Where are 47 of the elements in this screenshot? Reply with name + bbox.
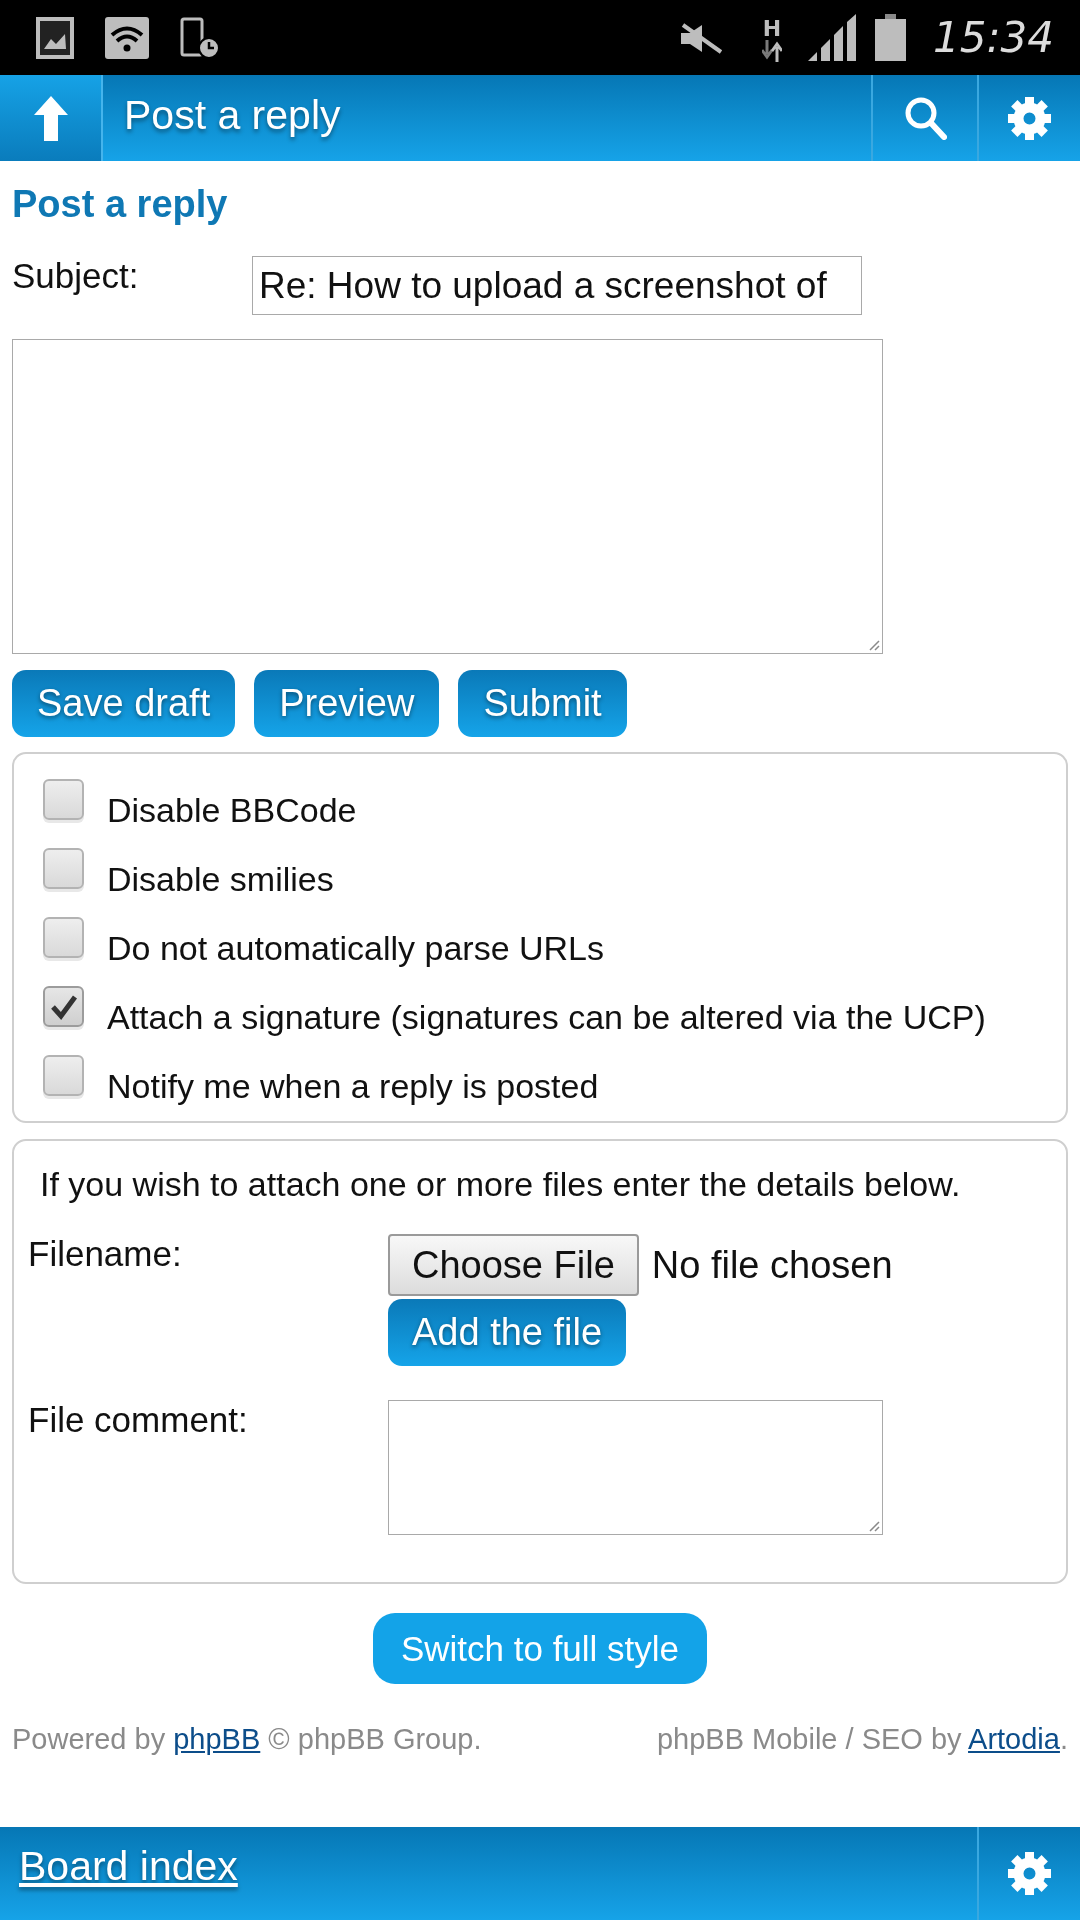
choose-file-button[interactable]: Choose File xyxy=(388,1234,639,1296)
option-label: Do not automatically parse URLs xyxy=(107,928,604,968)
checkbox[interactable] xyxy=(43,848,84,889)
checkbox[interactable] xyxy=(43,1055,84,1096)
search-icon xyxy=(903,96,947,140)
filename-label: Filename: xyxy=(28,1234,183,1274)
wifi-icon xyxy=(105,16,149,59)
signal-icon xyxy=(807,14,856,61)
file-comment-label: File comment: xyxy=(28,1400,249,1440)
add-file-button[interactable]: Add the file xyxy=(388,1299,627,1366)
network-type-text: H xyxy=(762,17,782,40)
phpbb-link[interactable]: phpBB xyxy=(173,1723,261,1755)
post-button[interactable]: Submit xyxy=(458,670,627,737)
resize-handle-icon[interactable] xyxy=(868,639,880,651)
checkbox[interactable] xyxy=(43,917,84,958)
artodia-link[interactable]: Artodia xyxy=(968,1723,1060,1755)
option-label: Disable smilies xyxy=(107,859,334,899)
checkbox[interactable] xyxy=(43,779,84,820)
switch-style-button[interactable]: Switch to full style xyxy=(372,1613,708,1684)
powered-by-text: Powered by phpBB © phpBB Group. xyxy=(12,1722,482,1757)
option-label: Attach a signature (signatures can be altered via the UCP) xyxy=(107,997,986,1037)
clock-time: 15:34 xyxy=(932,13,1054,62)
attachment-intro: If you wish to attach one or more files enter the details below. xyxy=(39,1164,962,1204)
subject-field[interactable]: Re: How to upload a screenshot of xyxy=(252,256,862,315)
data-arrows-icon xyxy=(761,39,782,62)
file-comment-field[interactable] xyxy=(388,1400,883,1535)
battery-icon xyxy=(874,14,906,61)
post-button[interactable]: Preview xyxy=(254,670,440,737)
up-arrow-icon xyxy=(33,95,68,141)
message-field[interactable] xyxy=(12,339,883,654)
gear-icon xyxy=(1008,1852,1051,1895)
app-bar-title: Post a reply xyxy=(123,91,342,139)
resize-handle-icon[interactable] xyxy=(868,1520,880,1532)
subject-label: Subject: xyxy=(12,256,140,296)
up-button[interactable] xyxy=(0,75,103,161)
check-icon xyxy=(49,993,78,1020)
file-status-text: No file chosen xyxy=(651,1243,893,1287)
page-heading: Post a reply xyxy=(12,182,228,227)
option-label: Notify me when a reply is posted xyxy=(107,1066,599,1106)
phone-clock-icon xyxy=(180,16,220,59)
checkbox[interactable] xyxy=(43,986,84,1027)
image-icon xyxy=(36,16,74,59)
gear-icon xyxy=(1008,96,1051,140)
post-button[interactable]: Save draft xyxy=(12,670,236,737)
board-index-link[interactable]: Board index xyxy=(19,1841,238,1890)
credits-text: phpBB Mobile / SEO by Artodia. xyxy=(656,1722,1068,1757)
option-label: Disable BBCode xyxy=(107,790,357,830)
